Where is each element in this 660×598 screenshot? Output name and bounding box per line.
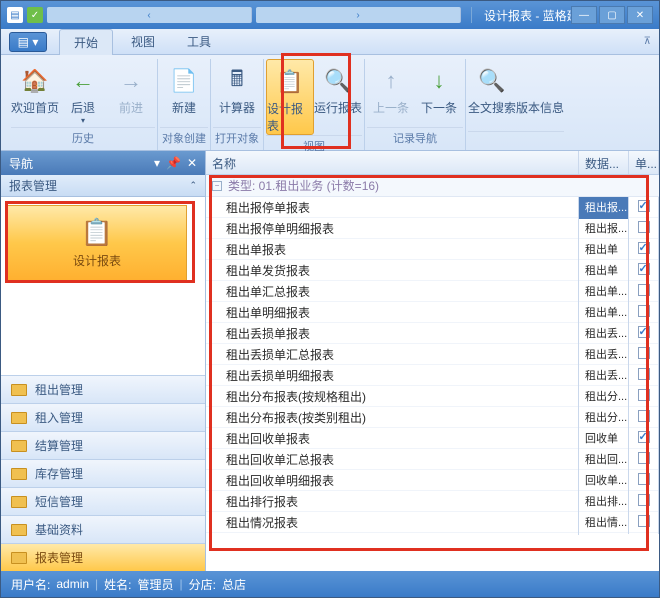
home-button[interactable]: 🏠欢迎首页 (11, 59, 59, 127)
next-icon: ↓ (423, 65, 455, 97)
window-title: 设计报表 - 蓝格建材租赁管理软件[试用版本] 免费解答任何疑问 Email: … (484, 7, 571, 24)
home-icon: 🏠 (19, 65, 51, 97)
clipboard-icon: 📋 (274, 66, 306, 98)
next-button[interactable]: ↓下一条 (415, 59, 463, 127)
ribbon: 🏠欢迎首页 ←后退▾ →前进 历史 📄新建 对象创建 🖩计算器 打开对象 📋设计… (1, 55, 659, 151)
status-branch: 总店 (222, 576, 246, 593)
nav-cat-0[interactable]: 租出管理 (1, 375, 205, 403)
back-icon: ← (67, 65, 99, 97)
close-button[interactable]: ✕ (627, 6, 653, 24)
status-bar: 用户名:admin | 姓名:管理员 | 分店:总店 (1, 571, 659, 597)
grid-panel: 名称 数据... 单... − 类型: 01.租出业务 (计数=16) 租出报停… (206, 151, 659, 571)
back-button[interactable]: ←后退▾ (59, 59, 107, 127)
folder-icon (11, 496, 27, 508)
design-report-button[interactable]: 📋设计报表 (266, 59, 314, 135)
run-report-button[interactable]: 🔍运行报表 (314, 59, 362, 135)
nav-header: 导航 ▾📌✕ (1, 151, 205, 175)
col-name[interactable]: 名称 (206, 151, 579, 174)
search-button[interactable]: 🔍全文搜索 (468, 59, 516, 131)
group-history: 历史 (11, 127, 155, 150)
nav-cat-6[interactable]: 报表管理 (1, 543, 205, 571)
folder-icon (11, 440, 27, 452)
titlebar: ▤ ✓ ‹ › 设计报表 - 蓝格建材租赁管理软件[试用版本] 免费解答任何疑问… (1, 1, 659, 29)
nav-cat-3[interactable]: 库存管理 (1, 459, 205, 487)
group-open: 打开对象 (213, 127, 261, 150)
nav-dropdown-icon[interactable]: ▾ (154, 156, 160, 170)
checkbox[interactable] (638, 242, 650, 254)
clipboard-icon: 📋 (81, 217, 113, 248)
forward-icon: → (115, 65, 147, 97)
nav-cat-4[interactable]: 短信管理 (1, 487, 205, 515)
app-menu-button[interactable]: ▤ ▾ (9, 32, 47, 52)
collapse-icon[interactable]: − (212, 181, 222, 191)
undo-icon[interactable]: ‹ (47, 7, 252, 23)
checkbox[interactable] (638, 494, 650, 506)
forward-button: →前进 (107, 59, 155, 127)
checkbox[interactable] (638, 263, 650, 275)
prev-button: ↑上一条 (367, 59, 415, 127)
app-window: ▤ ✓ ‹ › 设计报表 - 蓝格建材租赁管理软件[试用版本] 免费解答任何疑问… (0, 0, 660, 598)
checkbox[interactable] (638, 431, 650, 443)
nav-panel: 导航 ▾📌✕ 报表管理 ⌃ 📋 设计报表 租出管理租入管理结算管理库存管理短信管… (1, 151, 206, 571)
prev-icon: ↑ (375, 65, 407, 97)
group-create: 对象创建 (160, 127, 208, 150)
checkbox[interactable] (638, 389, 650, 401)
checkbox[interactable] (638, 515, 650, 527)
version-button[interactable]: 版本信息 (516, 59, 564, 131)
checkbox[interactable] (638, 473, 650, 485)
tab-strip: ▤ ▾ 开始 视图 工具 ⊼ (1, 29, 659, 55)
folder-icon (11, 468, 27, 480)
checkbox[interactable] (638, 284, 650, 296)
info-icon (524, 65, 556, 97)
nav-pin-icon[interactable]: 📌 (166, 156, 181, 170)
nav-cat-2[interactable]: 结算管理 (1, 431, 205, 459)
new-button[interactable]: 📄新建 (160, 59, 208, 127)
group-nav: 记录导航 (367, 127, 463, 150)
checkbox[interactable] (638, 452, 650, 464)
magnifier-icon: 🔍 (322, 65, 354, 97)
calculator-icon: 🖩 (221, 65, 253, 97)
tab-view[interactable]: 视图 (117, 29, 169, 54)
folder-icon (11, 524, 27, 536)
group-row[interactable]: − 类型: 01.租出业务 (计数=16) (206, 175, 659, 197)
checkbox[interactable] (638, 347, 650, 359)
maximize-button[interactable]: ▢ (599, 6, 625, 24)
nav-design-report-button[interactable]: 📋 设计报表 (7, 205, 187, 281)
checkbox[interactable] (638, 305, 650, 317)
redo-icon[interactable]: › (256, 7, 461, 23)
status-user: admin (56, 577, 89, 591)
checkbox[interactable] (638, 221, 650, 233)
status-name: 管理员 (138, 576, 174, 593)
nav-cat-1[interactable]: 租入管理 (1, 403, 205, 431)
checkbox[interactable] (638, 200, 650, 212)
col-chk[interactable]: 单... (629, 151, 659, 174)
folder-icon (11, 384, 27, 396)
tab-tool[interactable]: 工具 (173, 29, 225, 54)
minimize-button[interactable]: — (571, 6, 597, 24)
save-icon[interactable]: ✓ (27, 7, 43, 23)
checkbox[interactable] (638, 368, 650, 380)
folder-icon (11, 412, 27, 424)
checkbox[interactable] (638, 326, 650, 338)
grid-header: 名称 数据... 单... (206, 151, 659, 175)
nav-close-icon[interactable]: ✕ (187, 156, 197, 170)
tab-start[interactable]: 开始 (59, 29, 113, 55)
col-db[interactable]: 数据... (579, 151, 629, 174)
ribbon-pin-icon[interactable]: ⊼ (644, 36, 651, 47)
checkbox[interactable] (638, 410, 650, 422)
new-icon: 📄 (168, 65, 200, 97)
search-icon: 🔍 (476, 65, 508, 97)
app-icon: ▤ (7, 7, 23, 23)
folder-icon (11, 552, 27, 564)
nav-cat-5[interactable]: 基础资料 (1, 515, 205, 543)
table-row[interactable]: 租出情况报表租出情... (206, 512, 659, 533)
calc-button[interactable]: 🖩计算器 (213, 59, 261, 127)
chevron-up-icon: ⌃ (189, 180, 197, 191)
nav-section-header[interactable]: 报表管理 ⌃ (1, 175, 205, 197)
